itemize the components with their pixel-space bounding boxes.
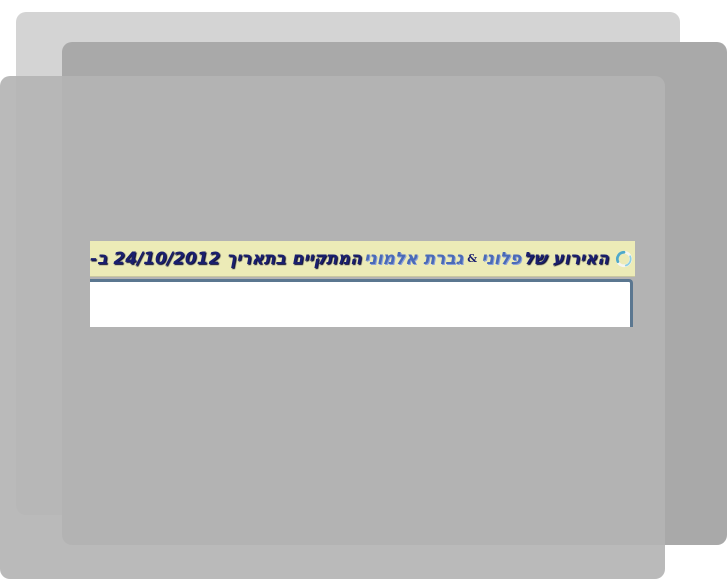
stage: האירוע של פלוני & גברת אלמוני המתקיים בת…	[0, 0, 728, 584]
event-banner: האירוע של פלוני & גברת אלמוני המתקיים בת…	[90, 241, 635, 277]
banner-name-2: גברת אלמוני	[364, 248, 464, 269]
event-text-input[interactable]	[90, 279, 633, 327]
spinner-icon	[615, 250, 633, 267]
banner-prefix: האירוע של	[523, 248, 609, 269]
background-panel-front	[0, 76, 665, 579]
event-widget: האירוע של פלוני & גברת אלמוני המתקיים בת…	[90, 241, 635, 327]
banner-suffix: המתקיים בתאריך 24/10/2012 ב-	[90, 248, 362, 269]
banner-ampersand: &	[467, 252, 478, 265]
banner-name-1: פלוני	[481, 248, 522, 269]
